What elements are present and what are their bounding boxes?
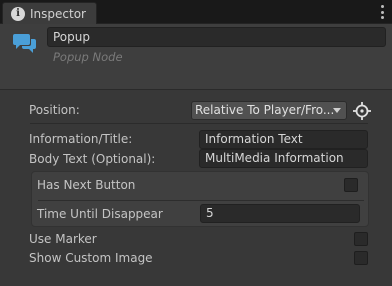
divider — [30, 123, 368, 124]
node-name-field[interactable]: Popup — [47, 27, 386, 47]
chevron-down-icon — [333, 108, 341, 113]
more-options-icon[interactable] — [380, 5, 384, 19]
body-text-field[interactable]: MultiMedia Information — [199, 149, 368, 168]
body-text-label: Body Text (Optional): — [29, 152, 156, 166]
inspector-panel: Popup Popup Node Position: Relative To P… — [0, 24, 392, 286]
time-until-disappear-field[interactable]: 5 — [200, 204, 360, 223]
has-next-button-label: Has Next Button — [37, 178, 136, 192]
use-marker-checkbox[interactable] — [354, 232, 368, 246]
show-custom-image-checkbox[interactable] — [354, 251, 368, 265]
divider — [38, 200, 364, 201]
tab-bar: i Inspector — [0, 0, 392, 24]
position-label: Position: — [29, 103, 80, 117]
time-until-disappear-label: Time Until Disappear — [37, 207, 163, 221]
node-header: Popup Popup Node — [0, 24, 392, 90]
show-custom-image-label: Show Custom Image — [29, 251, 153, 265]
tab-inspector[interactable]: i Inspector — [2, 2, 97, 24]
information-title-label: Information/Title: — [29, 132, 133, 146]
node-type-subtitle: Popup Node — [53, 50, 123, 64]
chat-bubbles-icon — [13, 34, 36, 53]
position-dropdown[interactable]: Relative To Player/Fro... — [191, 101, 347, 120]
use-marker-label: Use Marker — [29, 232, 97, 246]
info-icon: i — [11, 6, 25, 21]
position-dropdown-value: Relative To Player/Fro... — [195, 103, 335, 117]
tab-label: Inspector — [30, 6, 86, 21]
information-title-field[interactable]: Information Text — [199, 130, 368, 149]
crosshair-icon[interactable] — [352, 101, 372, 121]
has-next-button-checkbox[interactable] — [344, 178, 358, 192]
next-button-group: Has Next Button Time Until Disappear 5 — [31, 171, 369, 227]
